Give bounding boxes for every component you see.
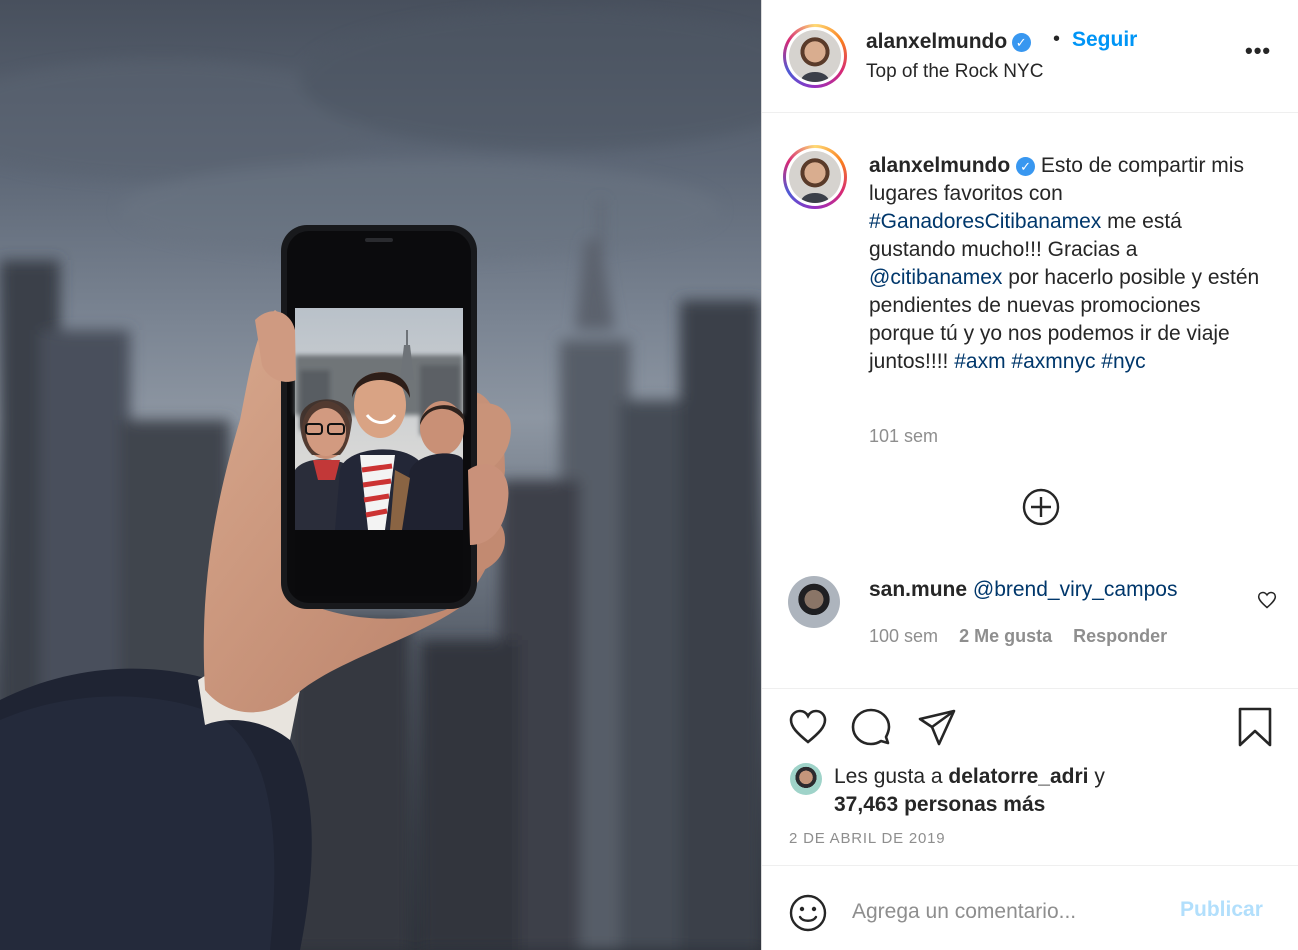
publish-button[interactable]: Publicar bbox=[1180, 898, 1263, 922]
comment-mention[interactable]: @brend_viry_campos bbox=[973, 578, 1178, 601]
follow-button[interactable]: Seguir bbox=[1072, 28, 1137, 52]
plus-circle-icon[interactable] bbox=[1022, 488, 1060, 526]
hashtag-nyc[interactable]: #nyc bbox=[1101, 350, 1145, 373]
comment-bubble-icon[interactable] bbox=[851, 707, 891, 747]
save-bookmark-icon[interactable] bbox=[1235, 707, 1275, 747]
author-username[interactable]: alanxelmundo bbox=[866, 30, 1007, 53]
post-header: alanxelmundo ✓ • Seguir Top of the Rock … bbox=[762, 0, 1298, 113]
comment-row: san.mune @brend_viry_campos bbox=[869, 578, 1177, 602]
city-skyline-background bbox=[0, 10, 761, 950]
location-link[interactable]: Top of the Rock NYC bbox=[866, 61, 1043, 83]
hashtag-ganadores[interactable]: #GanadoresCitibanamex bbox=[869, 210, 1101, 233]
mention-citibanamex[interactable]: @citibanamex bbox=[869, 266, 1002, 289]
post-photo[interactable] bbox=[0, 0, 761, 950]
share-send-icon[interactable] bbox=[917, 707, 957, 747]
verified-badge-icon: ✓ bbox=[1016, 157, 1036, 176]
more-options-icon[interactable]: ••• bbox=[1245, 38, 1271, 64]
verified-badge-icon: ✓ bbox=[1011, 33, 1031, 52]
caption-author-avatar[interactable] bbox=[783, 145, 847, 209]
comment-likes-count[interactable]: 2 Me gusta bbox=[959, 626, 1052, 646]
post-actions: Les gusta a delatorre_adri y 37,463 pers… bbox=[762, 688, 1298, 865]
author-avatar[interactable] bbox=[783, 24, 847, 88]
post-caption: alanxelmundo ✓ Esto de compartir mis lug… bbox=[869, 152, 1269, 376]
comment-timestamp[interactable]: 100 sem bbox=[869, 626, 938, 646]
comment-input[interactable] bbox=[852, 894, 1152, 930]
commenter-avatar[interactable] bbox=[788, 576, 840, 628]
likes-prefix: Les gusta a bbox=[834, 765, 949, 788]
commenter-username[interactable]: san.mune bbox=[869, 578, 967, 601]
liker-avatar[interactable] bbox=[790, 763, 822, 795]
caption-username[interactable]: alanxelmundo bbox=[869, 154, 1010, 177]
hashtag-axmnyc[interactable]: #axmnyc bbox=[1011, 350, 1095, 373]
post-date[interactable]: 2 DE ABRIL DE 2019 bbox=[789, 830, 945, 847]
header-username-row[interactable]: alanxelmundo ✓ bbox=[866, 30, 1031, 54]
likes-joiner: y bbox=[1088, 765, 1105, 788]
likes-summary: Les gusta a delatorre_adri y 37,463 pers… bbox=[834, 763, 1105, 819]
add-comment-bar: Publicar bbox=[762, 865, 1298, 950]
reply-button[interactable]: Responder bbox=[1073, 626, 1167, 646]
comment-meta: 100 sem 2 Me gusta Responder bbox=[869, 626, 1167, 647]
comment-like-heart-icon[interactable] bbox=[1257, 590, 1277, 610]
separator-dot: • bbox=[1053, 28, 1061, 50]
like-heart-icon[interactable] bbox=[788, 707, 828, 747]
caption-timestamp[interactable]: 101 sem bbox=[869, 426, 938, 447]
liker-username[interactable]: delatorre_adri bbox=[948, 765, 1088, 788]
likes-others-count[interactable]: 37,463 personas más bbox=[834, 793, 1045, 816]
emoji-smile-icon[interactable] bbox=[789, 894, 827, 932]
hashtag-axm[interactable]: #axm bbox=[954, 350, 1005, 373]
post-side-panel: alanxelmundo ✓ • Seguir Top of the Rock … bbox=[761, 0, 1298, 950]
